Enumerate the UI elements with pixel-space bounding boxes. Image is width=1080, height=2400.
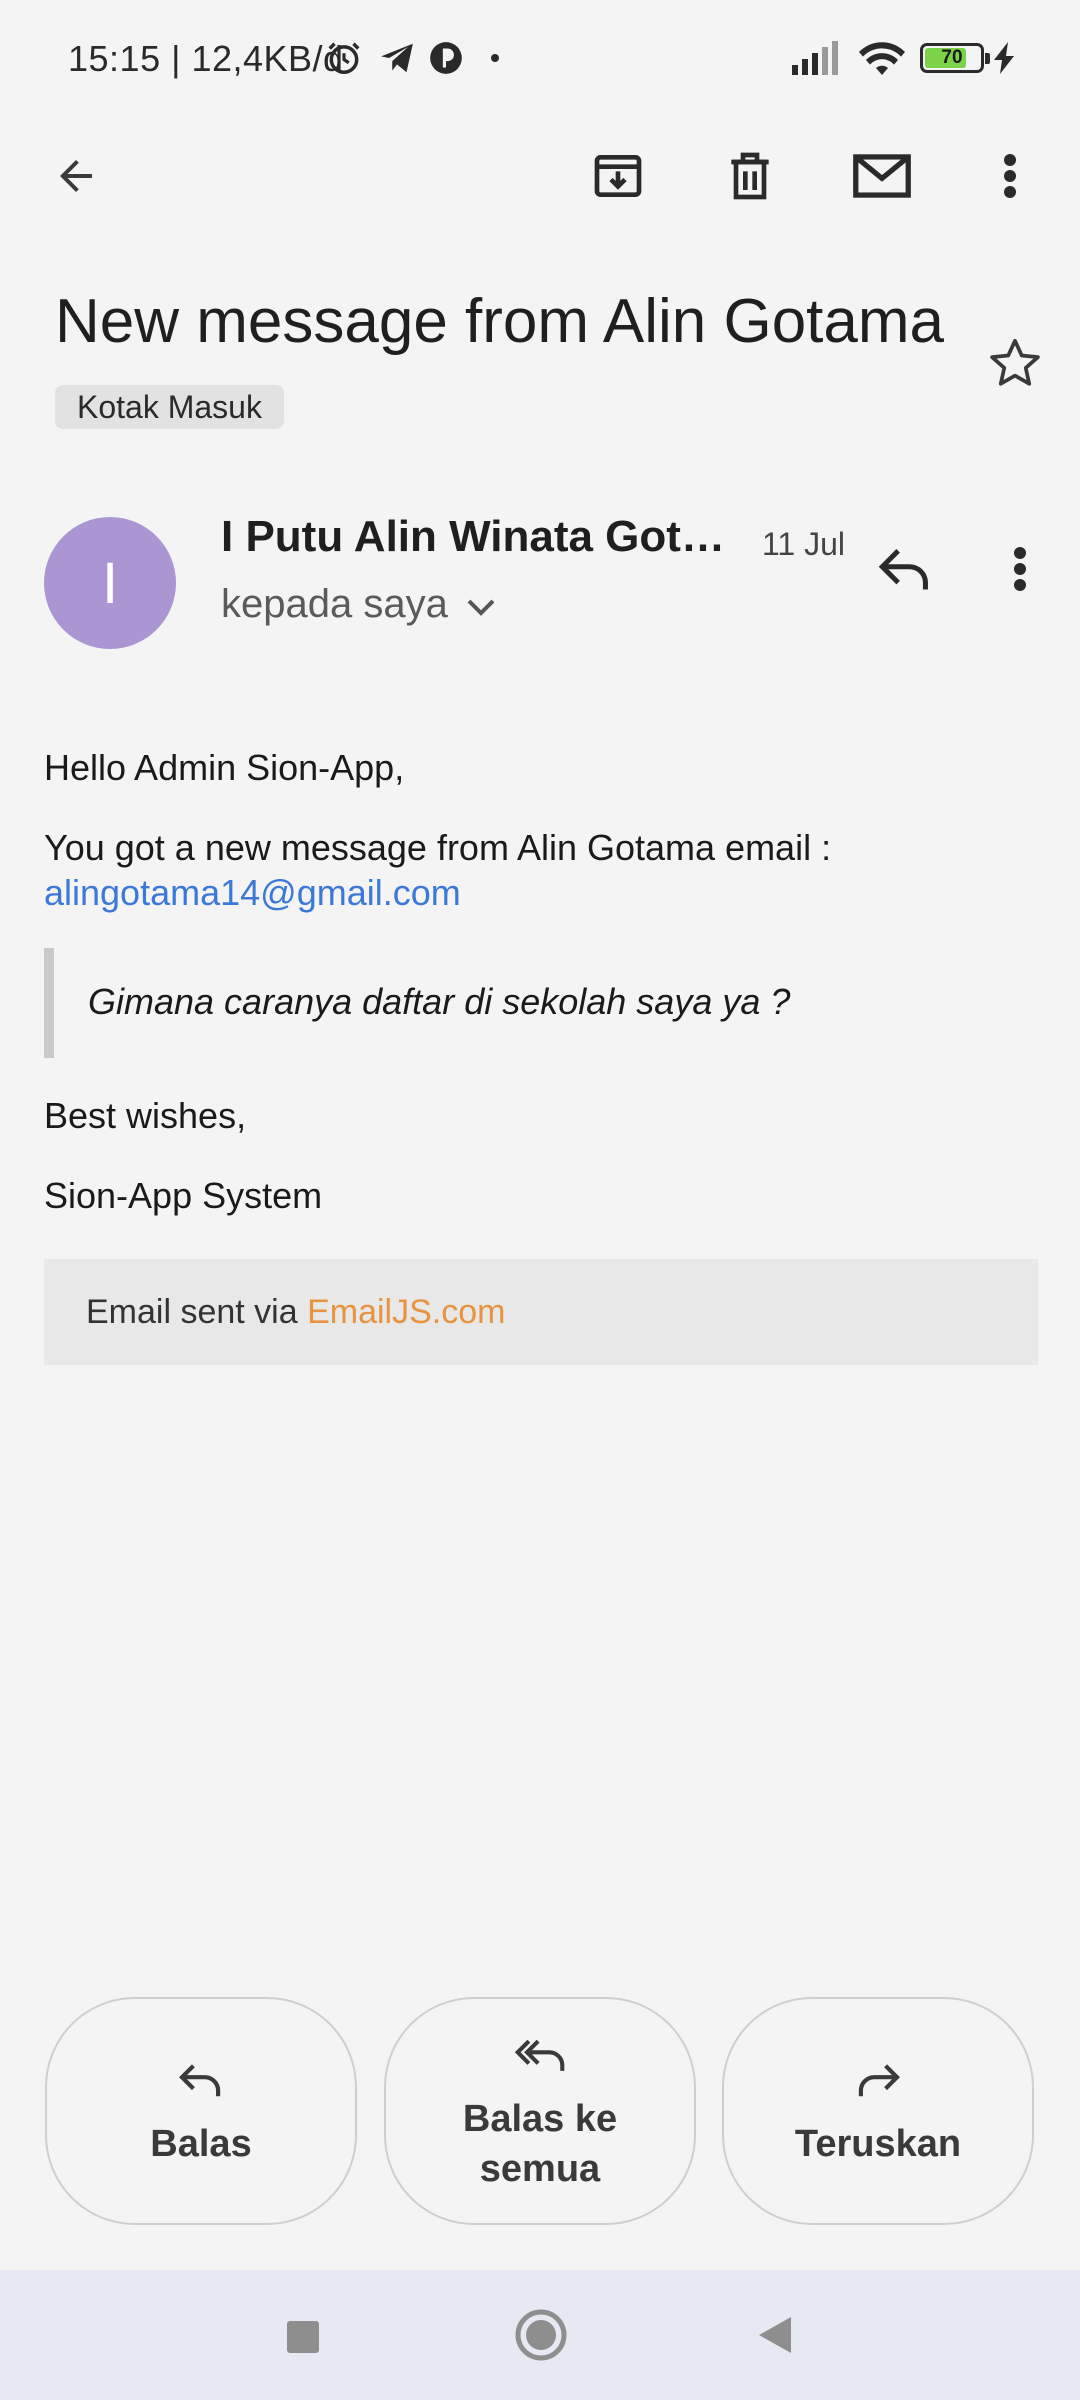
footer-prefix: Email sent via [86, 1293, 308, 1331]
dot-icon [478, 36, 512, 80]
battery-icon: 70 [915, 36, 990, 80]
archive-icon [590, 148, 646, 209]
charging-icon [990, 36, 1020, 80]
battery-level: 70 [941, 47, 963, 68]
home-button[interactable] [506, 2302, 576, 2372]
telegram-icon [375, 36, 419, 80]
more-vert-icon [1000, 152, 1020, 205]
reply-all-button[interactable]: Balas ke semua [384, 1997, 696, 2225]
chevron-down-icon [466, 582, 496, 627]
home-circle-icon [514, 2308, 568, 2367]
reply-icon [877, 544, 933, 599]
forward-label: Teruskan [794, 2123, 962, 2165]
forward-button[interactable]: Teruskan [722, 1997, 1034, 2225]
avatar[interactable]: I [44, 517, 176, 649]
more-vert-icon [1010, 545, 1030, 598]
back-triangle-icon [757, 2315, 793, 2360]
back-arrow-icon [52, 152, 100, 205]
more-options-button[interactable] [972, 140, 1048, 216]
intro-text: You got a new message from Alin Gotama e… [44, 827, 832, 868]
reply-quick-button[interactable] [870, 536, 940, 606]
reply-all-icon [514, 2028, 566, 2084]
recents-square-icon [287, 2321, 319, 2353]
signature-text: Sion-App System [44, 1175, 323, 1216]
reply-label: Balas [150, 2123, 252, 2165]
email-subject: New message from Alin Gotama [55, 287, 945, 356]
label-chip[interactable]: Kotak Masuk [55, 385, 284, 429]
mark-unread-button[interactable] [844, 140, 920, 216]
greeting-text: Hello Admin Sion-App, [44, 747, 405, 788]
quote-bar [44, 948, 54, 1058]
wifi-icon [855, 36, 909, 80]
sender-email-link[interactable]: alingotama14@gmail.com [44, 872, 461, 914]
app-icon [424, 36, 468, 80]
star-icon [987, 335, 1043, 396]
message-more-button[interactable] [985, 536, 1055, 606]
status-time: 15:15 | 12,4KB/d [68, 38, 344, 79]
status-bar: 15:15 | 12,4KB/d 70 [0, 0, 1080, 120]
closing-text: Best wishes, [44, 1095, 247, 1136]
recipient-label: kepada saya [221, 582, 448, 626]
emailjs-link[interactable]: EmailJS.com [307, 1293, 505, 1331]
reply-all-label-line1: Balas ke [462, 2098, 618, 2140]
sender-date: 11 Jul [762, 526, 846, 562]
reply-button[interactable]: Balas [45, 1997, 357, 2225]
reply-icon [178, 2053, 224, 2109]
signal-icon [790, 36, 840, 80]
reply-all-label: Balas ke semua [463, 2094, 617, 2194]
back-button[interactable] [38, 140, 114, 216]
forward-icon [855, 2053, 901, 2109]
delete-button[interactable] [712, 140, 788, 216]
alarm-icon [322, 36, 366, 80]
recipient-details-toggle[interactable]: kepada saya [221, 582, 496, 627]
archive-button[interactable] [580, 140, 656, 216]
reply-all-label-line2: semua [479, 2148, 601, 2190]
system-back-button[interactable] [740, 2302, 810, 2372]
mark-unread-icon [851, 148, 913, 209]
star-button[interactable] [980, 330, 1050, 400]
sender-name[interactable]: I Putu Alin Winata Gota... [221, 512, 731, 562]
recents-button[interactable] [268, 2302, 338, 2372]
delete-icon [722, 148, 778, 209]
footer-text: Email sent via EmailJS.com [86, 1293, 505, 1332]
quoted-message: Gimana caranya daftar di sekolah saya ya… [88, 981, 791, 1022]
